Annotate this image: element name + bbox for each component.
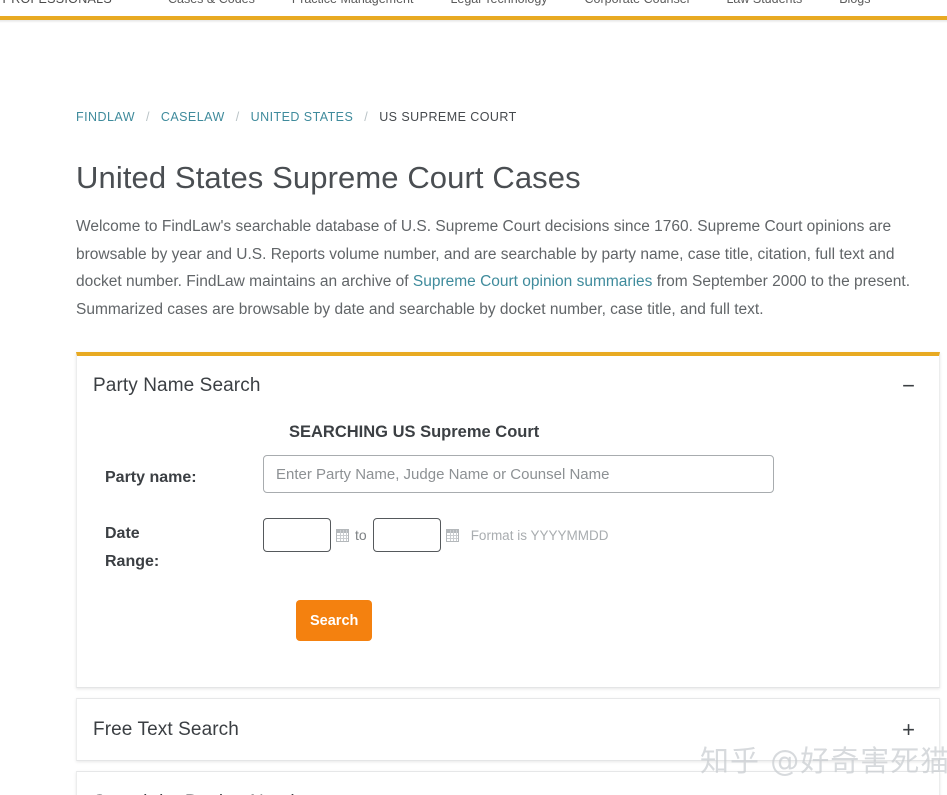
top-navigation: L PROFESSIONALS Cases & Codes Practice M… xyxy=(0,0,947,16)
date-format-hint: Format is YYYYMMDD xyxy=(470,527,609,543)
search-button[interactable]: Search xyxy=(296,600,373,641)
panel-title-party-name-search: Party Name Search xyxy=(93,374,261,396)
form-row-date-range: Date Range: to Format is YYYYMMDD xyxy=(77,511,939,576)
calendar-icon[interactable] xyxy=(336,528,349,542)
topnav-brand: L PROFESSIONALS xyxy=(0,0,112,6)
party-name-input[interactable] xyxy=(263,455,774,493)
breadcrumb-separator: / xyxy=(235,110,240,124)
date-range-label: Date Range: xyxy=(77,511,263,576)
topnav-item-corporate-counsel[interactable]: Corporate Counsel xyxy=(585,0,690,6)
date-range-field-wrap: to Format is YYYYMMDD xyxy=(263,511,939,552)
opinion-summaries-link[interactable]: Supreme Court opinion summaries xyxy=(413,273,653,290)
page-root: L PROFESSIONALS Cases & Codes Practice M… xyxy=(0,0,947,795)
minus-icon[interactable]: − xyxy=(902,374,915,397)
page-title: United States Supreme Court Cases xyxy=(76,160,581,195)
party-name-label: Party name: xyxy=(105,469,197,486)
topnav-item-legal-technology[interactable]: Legal Technology xyxy=(450,0,547,6)
breadcrumb-separator: / xyxy=(364,110,369,124)
panel-body-party-name-search: SEARCHING US Supreme Court Party name: D… xyxy=(77,415,939,687)
date-range-separator: to xyxy=(355,527,367,543)
calendar-icon[interactable] xyxy=(445,528,459,542)
breadcrumb-separator: / xyxy=(145,110,150,124)
breadcrumb-item-united-states[interactable]: UNITED STATES xyxy=(251,110,354,124)
panel-header-docket-number-search[interactable]: Search by Docket Number + xyxy=(77,772,939,795)
party-name-field-wrap xyxy=(263,455,939,493)
plus-icon[interactable]: + xyxy=(902,791,915,795)
form-row-party-name: Party name: xyxy=(77,455,939,493)
topnav-item-blogs[interactable]: Blogs xyxy=(839,0,870,6)
searching-scope-label: SEARCHING US Supreme Court xyxy=(289,423,540,441)
date-range-label-line1: Date xyxy=(105,525,140,542)
breadcrumb-item-findlaw[interactable]: FINDLAW xyxy=(76,110,135,124)
panel-docket-number-search: Search by Docket Number + xyxy=(76,771,940,795)
date-range-controls: to Format is YYYYMMDD xyxy=(263,511,939,552)
panel-header-free-text-search[interactable]: Free Text Search + xyxy=(77,699,939,760)
panel-header-party-name-search[interactable]: Party Name Search − xyxy=(77,356,939,415)
page-intro-paragraph: Welcome to FindLaw's searchable database… xyxy=(76,213,938,323)
breadcrumb-item-us-supreme-court: US SUPREME COURT xyxy=(379,110,517,124)
topnav-shadow xyxy=(0,20,947,23)
breadcrumb-item-caselaw[interactable]: CASELAW xyxy=(161,110,225,124)
date-to-input[interactable] xyxy=(372,518,441,552)
panel-title-free-text-search: Free Text Search xyxy=(93,718,239,740)
date-range-label-line2: Range: xyxy=(105,553,160,570)
plus-icon[interactable]: + xyxy=(902,718,915,741)
topnav-links: Cases & Codes Practice Management Legal … xyxy=(168,0,870,6)
search-button-wrap: Search xyxy=(77,576,939,641)
topnav-item-law-students[interactable]: Law Students xyxy=(726,0,802,6)
breadcrumb: FINDLAW / CASELAW / UNITED STATES / US S… xyxy=(76,110,517,124)
panel-party-name-search: Party Name Search − SEARCHING US Supreme… xyxy=(76,352,940,688)
date-from-input[interactable] xyxy=(263,518,331,552)
topnav-item-cases-codes[interactable]: Cases & Codes xyxy=(168,0,255,6)
panel-free-text-search: Free Text Search + xyxy=(76,698,940,761)
panel-title-docket-number-search: Search by Docket Number xyxy=(93,792,318,795)
search-accordion: Party Name Search − SEARCHING US Supreme… xyxy=(76,352,940,795)
topnav-item-practice-management[interactable]: Practice Management xyxy=(292,0,414,6)
